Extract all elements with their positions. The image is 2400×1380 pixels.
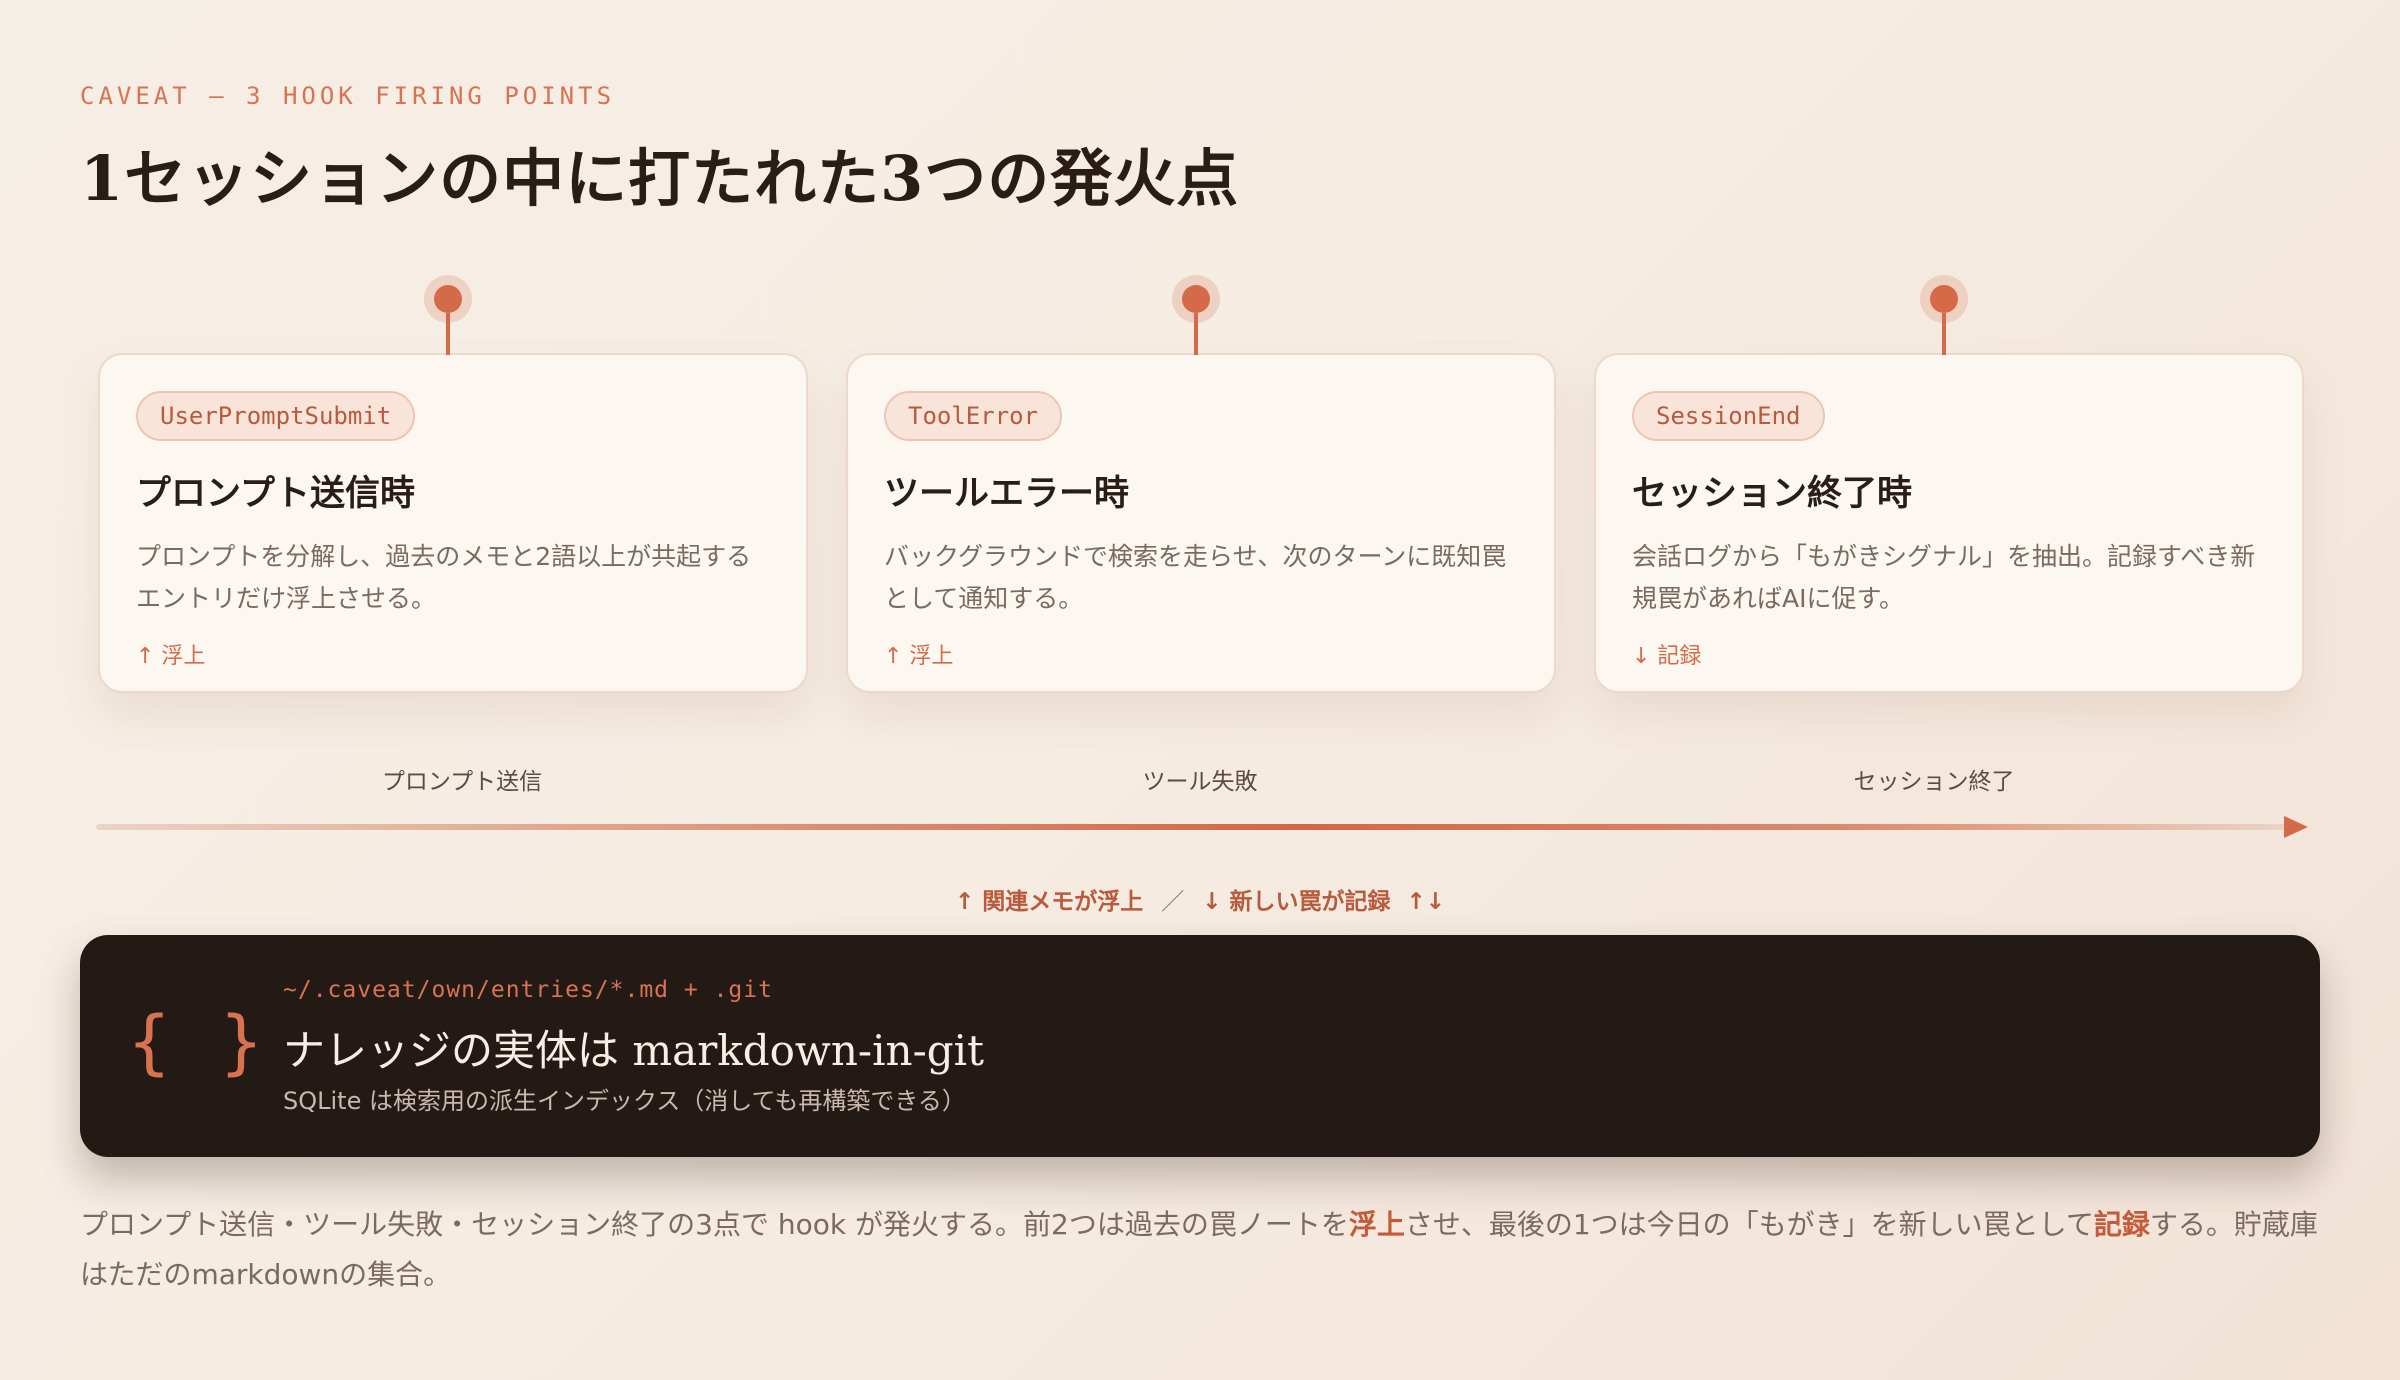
footer-text: させ、最後の1つは今日の「もがき」を新しい罠として (1404, 1208, 2094, 1241)
card-title: ツールエラー時 (884, 473, 1130, 514)
pin-marker-icon (434, 285, 462, 313)
legend-separator: ／ (1161, 889, 1185, 915)
pin-stem (1194, 313, 1198, 355)
card-description: プロンプトを分解し、過去のメモと2語以上が共起するエントリだけ浮上させる。 (136, 542, 752, 613)
timeline-line (96, 824, 2286, 830)
page-title: 1セッションの中に打たれた3つの発火点 (80, 142, 1240, 215)
legend-up: ↑ 関連メモが浮上 (954, 889, 1144, 915)
direction-label: ↓ 記録 (1632, 644, 1702, 669)
hook-card-user-prompt-submit: UserPromptSubmit プロンプト送信時 プロンプトを分解し、過去のメ… (98, 285, 808, 693)
pin-marker-icon (1930, 285, 1958, 313)
arrow-right-icon (2284, 816, 2308, 838)
direction-label: ↑ 浮上 (884, 644, 954, 669)
storage-subtitle: SQLite は検索用の派生インデックス（消しても再構築できる） (283, 1087, 966, 1115)
pin-stem (1942, 313, 1946, 355)
legend-both: ↑↓ (1406, 889, 1446, 915)
card-description: 会話ログから「もがきシグナル」を抽出。記録すべき新規罠があればAIに促す。 (1632, 542, 2256, 613)
card-title: プロンプト送信時 (136, 473, 415, 514)
card-title: セッション終了時 (1632, 473, 1913, 514)
hook-tag: ToolError (884, 391, 1063, 441)
footer-emphasis-surface: 浮上 (1348, 1208, 1405, 1241)
footer-emphasis-record: 記録 (2093, 1208, 2150, 1241)
eyebrow-label: CAVEAT — 3 HOOK FIRING POINTS (80, 82, 616, 110)
timeline-label-tool-failure: ツール失敗 (1142, 769, 1258, 795)
pin-stem (446, 313, 450, 355)
pin-marker-icon (1182, 285, 1210, 313)
legend: ↑ 関連メモが浮上 ／ ↓ 新しい罠が記録 ↑↓ (0, 882, 2400, 916)
storage-title: ナレッジの実体は markdown-in-git (283, 1026, 984, 1075)
card-description: バックグラウンドで検索を走らせ、次のターンに既知罠として通知する。 (884, 542, 1507, 613)
legend-down: ↓ 新しい罠が記録 (1202, 889, 1391, 915)
storage-path: ~/.caveat/own/entries/*.md + .git (283, 977, 773, 1003)
footer-caption: プロンプト送信・ツール失敗・セッション終了の3点で hook が発火する。前2つ… (80, 1200, 2320, 1300)
hook-tag: UserPromptSubmit (136, 391, 416, 441)
hook-tag: SessionEnd (1632, 391, 1825, 441)
direction-label: ↑ 浮上 (136, 644, 206, 669)
timeline-label-prompt: プロンプト送信 (381, 769, 543, 795)
hook-card-tool-error: ToolError ツールエラー時 バックグラウンドで検索を走らせ、次のターンに… (846, 285, 1556, 693)
timeline-label-session-end: セッション終了 (1853, 769, 2015, 795)
footer-text: プロンプト送信・ツール失敗・セッション終了の3点で hook が発火する。前2つ… (80, 1208, 1349, 1241)
storage-panel: { } ~/.caveat/own/entries/*.md + .git ナレ… (80, 935, 2320, 1157)
hook-card-session-end: SessionEnd セッション終了時 会話ログから「もがきシグナル」を抽出。記… (1594, 285, 2304, 693)
braces-icon: { } (128, 1001, 267, 1083)
